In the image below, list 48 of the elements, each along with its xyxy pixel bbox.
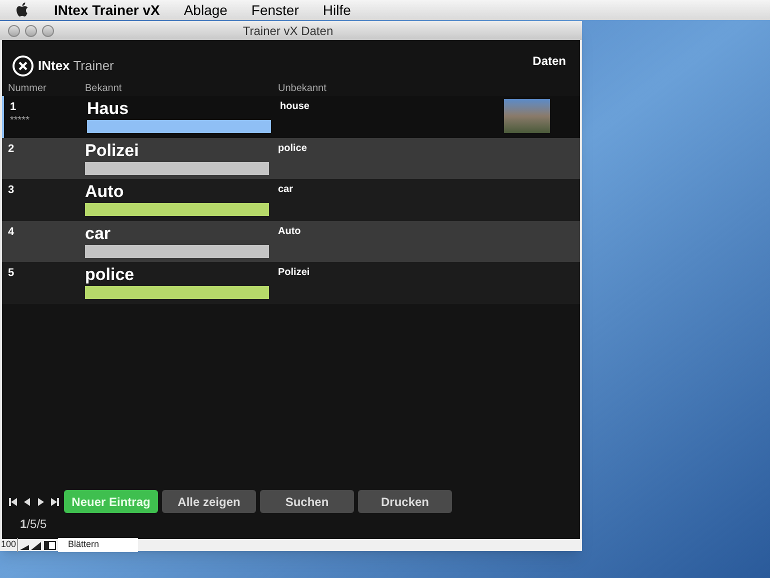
known-word: Auto [85, 182, 125, 202]
window-control-icon[interactable] [42, 24, 54, 36]
unknown-word: Polizei [278, 266, 311, 280]
table-row[interactable]: 3 Auto car [2, 179, 580, 220]
column-header: Nummer [8, 82, 48, 96]
row-number: 5 [8, 266, 16, 281]
menu-item[interactable]: Hilfe [322, 0, 351, 20]
window-control-icon[interactable] [8, 24, 20, 36]
known-word: Polizei [85, 140, 140, 160]
close-circle-icon[interactable] [12, 55, 34, 77]
table-row[interactable]: 2 Polizei police [2, 138, 580, 179]
unknown-word: car [278, 183, 294, 197]
next-record-icon[interactable] [36, 496, 46, 506]
zoom-level: 100 [0, 538, 18, 552]
column-header: Unbekannt [278, 82, 326, 96]
mode-label: Blättern [58, 538, 138, 552]
known-word: car [85, 224, 112, 244]
known-word: Haus [87, 99, 130, 119]
unknown-word: house [280, 100, 310, 114]
layout-icon[interactable] [44, 540, 56, 550]
window-control-icon[interactable] [25, 24, 37, 36]
toolbar-button[interactable]: Drucken [358, 490, 452, 513]
brand-name: INtex [38, 58, 70, 74]
row-number: 3 [8, 183, 16, 198]
last-record-icon[interactable] [50, 496, 60, 506]
window-title: Trainer vX Daten [242, 22, 334, 40]
toolbar-button[interactable]: Suchen [260, 490, 354, 513]
menu-item[interactable]: Fenster [251, 0, 299, 20]
previous-record-icon[interactable] [22, 496, 32, 506]
section-title: Daten [532, 53, 566, 70]
table-row[interactable]: 1 ***** Haus house [2, 96, 580, 138]
known-word: police [85, 265, 136, 285]
row-number: 2 [8, 142, 16, 156]
rating-stars: ***** [10, 116, 30, 126]
brand-subtitle: Trainer [73, 58, 114, 74]
row-number: 1 [10, 100, 18, 115]
first-record-icon[interactable] [8, 496, 18, 506]
record-counter: 1/5/5 [20, 516, 48, 533]
column-header: Bekannt [85, 82, 123, 96]
row-number: 4 [8, 224, 16, 240]
app-menu[interactable]: INtex Trainer vX [54, 0, 160, 20]
unknown-word: police [278, 142, 308, 156]
unknown-word: Auto [278, 224, 302, 238]
menu-item[interactable]: Ablage [184, 0, 228, 20]
apple-logo-icon[interactable] [16, 2, 30, 18]
table-row[interactable]: 4 car Auto [2, 220, 580, 262]
table-row[interactable]: 5 police Polizei [2, 262, 580, 304]
toolbar-button[interactable]: Alle zeigen [162, 490, 256, 513]
